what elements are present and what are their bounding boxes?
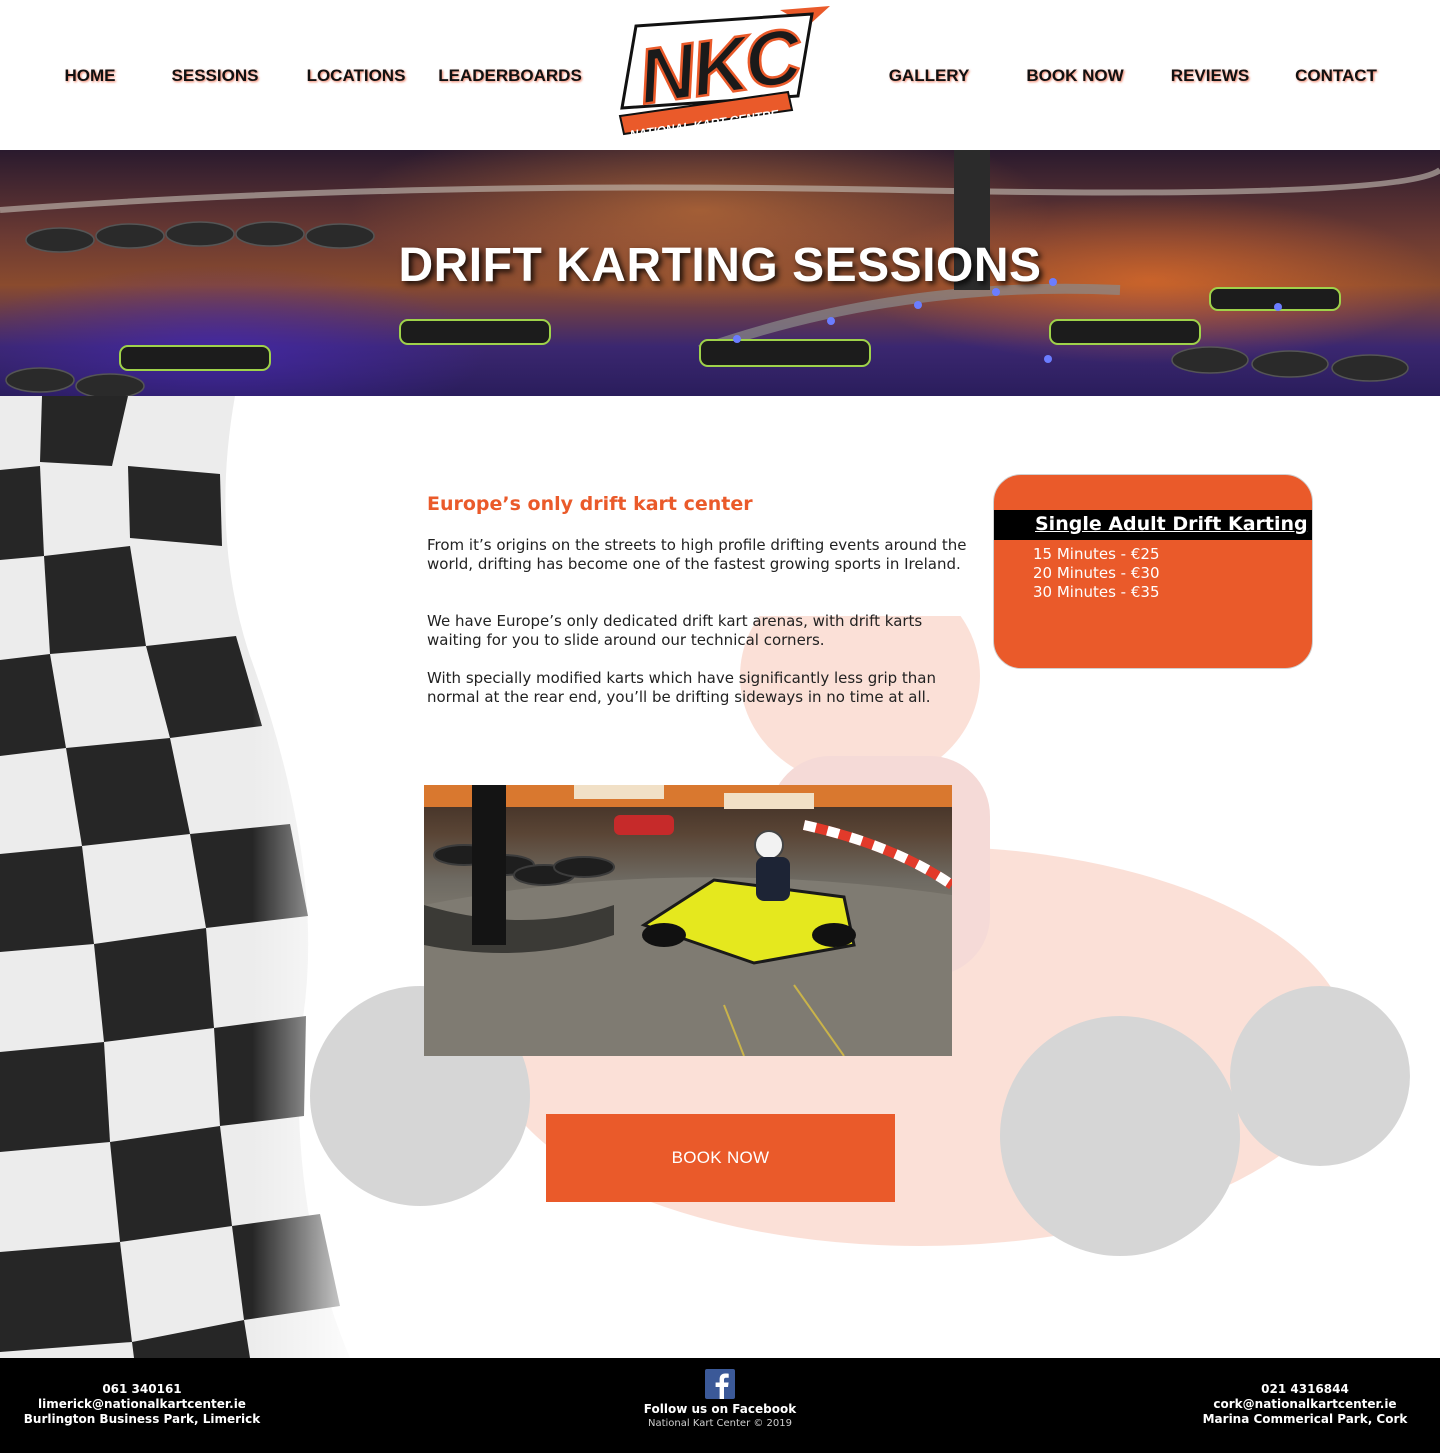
hero-title: DRIFT KARTING SESSIONS: [398, 239, 1042, 292]
cork-email-link[interactable]: cork@nationalkartcenter.ie: [1190, 1397, 1420, 1412]
intro-paragraph-2: We have Europe’s only dedicated drift ka…: [427, 612, 923, 649]
nav-sessions[interactable]: SESSIONS: [160, 64, 270, 88]
price-item: 15 Minutes - €25: [1033, 545, 1160, 563]
nav-reviews[interactable]: REVIEWS: [1160, 64, 1260, 88]
cork-phone-link[interactable]: 021 4316844: [1190, 1382, 1420, 1397]
limerick-address: Burlington Business Park, Limerick: [23, 1412, 261, 1426]
book-now-button[interactable]: BOOK NOW: [546, 1114, 895, 1202]
main-content: Europe’s only drift kart center From it’…: [0, 396, 1440, 1358]
nkc-logo-graphic: NKC NATIONAL KART CENTRE: [618, 6, 830, 142]
limerick-email-link[interactable]: limerick@nationalkartcenter.ie: [20, 1397, 264, 1412]
facebook-f-glyph: [715, 1373, 729, 1399]
limerick-phone-link[interactable]: 061 340161: [20, 1382, 264, 1397]
site-footer: 061 340161 limerick@nationalkartcenter.i…: [0, 1358, 1440, 1453]
nav-gallery[interactable]: GALLERY: [874, 64, 984, 88]
pricing-list: 15 Minutes - €25 20 Minutes - €30 30 Min…: [1033, 545, 1159, 602]
pricing-card: Single Adult Drift Karting 15 Minutes - …: [993, 474, 1313, 669]
drift-kart-video-frame: [424, 785, 952, 1056]
footer-limerick-contact: 061 340161 limerick@nationalkartcenter.i…: [20, 1382, 264, 1427]
drift-kart-video[interactable]: [424, 785, 952, 1056]
intro-paragraph-3: With specially modified karts which have…: [427, 669, 936, 706]
pricing-title-bar: Single Adult Drift Karting: [994, 510, 1312, 540]
cork-address: Marina Commerical Park, Cork: [1202, 1412, 1408, 1426]
price-item: 20 Minutes - €30: [1033, 564, 1160, 582]
price-item: 30 Minutes - €35: [1033, 583, 1160, 601]
facebook-link[interactable]: Follow us on Facebook: [600, 1402, 840, 1416]
intro-paragraph-1: From it’s origins on the streets to high…: [427, 536, 967, 573]
nav-book-now[interactable]: BOOK NOW: [1015, 64, 1135, 88]
nav-locations[interactable]: LOCATIONS: [296, 64, 416, 88]
site-header: HOME SESSIONS LOCATIONS LEADERBOARDS NKC…: [0, 0, 1440, 150]
copyright-text: National Kart Center © 2019: [647, 1418, 793, 1429]
facebook-icon[interactable]: [705, 1369, 735, 1399]
footer-cork-contact: 021 4316844 cork@nationalkartcenter.ie M…: [1190, 1382, 1420, 1427]
pricing-title: Single Adult Drift Karting: [1035, 513, 1308, 535]
nav-contact[interactable]: CONTACT: [1286, 64, 1386, 88]
intro-heading: Europe’s only drift kart center: [427, 493, 753, 515]
nav-home[interactable]: HOME: [40, 64, 140, 88]
nkc-logo[interactable]: NKC NATIONAL KART CENTRE: [612, 4, 834, 142]
hero-banner: DRIFT KARTING SESSIONS: [0, 150, 1440, 396]
nav-leaderboards[interactable]: LEADERBOARDS: [435, 64, 585, 88]
